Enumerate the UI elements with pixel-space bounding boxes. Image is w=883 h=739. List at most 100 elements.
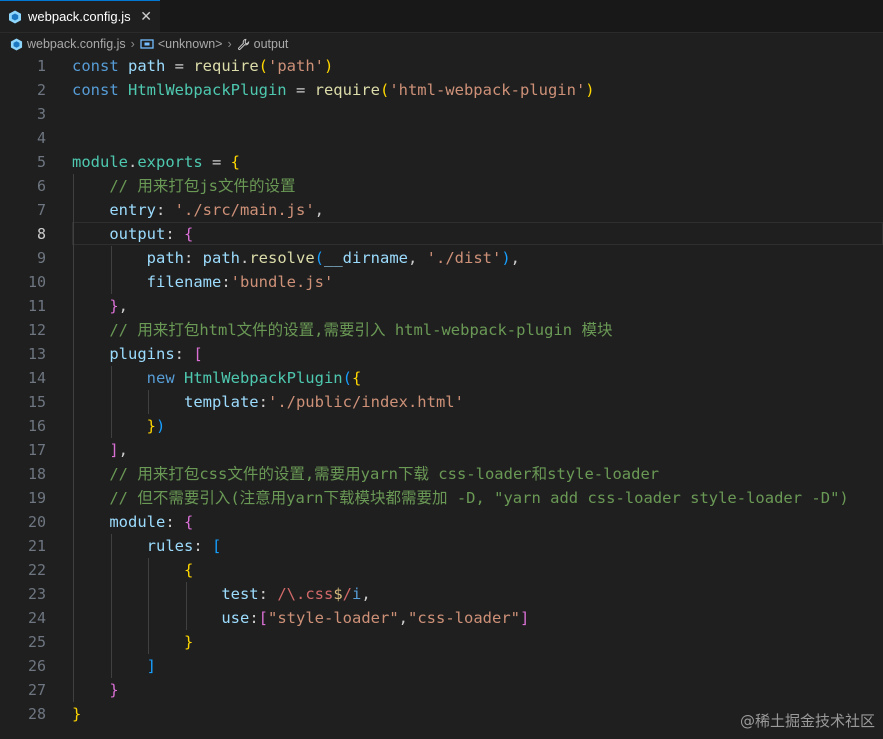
code-token: :	[183, 249, 203, 267]
code-token: ]	[109, 441, 119, 459]
code-text: rules: [	[72, 534, 222, 558]
breadcrumb-symbol[interactable]: <unknown>	[140, 37, 222, 51]
tab-webpack-config[interactable]: webpack.config.js ✕	[0, 0, 160, 32]
code-token: )	[156, 417, 166, 435]
code-line[interactable]: 22 {	[0, 558, 883, 582]
code-text: plugins: [	[72, 342, 202, 366]
code-token: }	[109, 681, 119, 699]
code-token: resolve	[249, 249, 315, 267]
code-token: :	[156, 201, 175, 219]
code-token: path	[202, 249, 240, 267]
code-line[interactable]: 2 const HtmlWebpackPlugin = require('html…	[0, 78, 883, 102]
code-line[interactable]: 8 output: {	[0, 222, 883, 246]
code-line[interactable]: 19 // 但不需要引入(注意用yarn下载模块都需要加 -D, "yarn a…	[0, 486, 883, 510]
code-line[interactable]: 14 new HtmlWebpackPlugin({	[0, 366, 883, 390]
code-token: const	[72, 57, 128, 75]
code-line[interactable]: 24 use:["style-loader","css-loader"]	[0, 606, 883, 630]
code-line[interactable]: 6 // 用来打包js文件的设置	[0, 174, 883, 198]
code-token: (	[379, 81, 390, 99]
breadcrumb-file[interactable]: webpack.config.js	[10, 37, 126, 51]
code-token: }	[109, 297, 119, 315]
code-token: __dirname	[324, 249, 408, 267]
tab-bar: webpack.config.js ✕	[0, 0, 883, 33]
line-number: 13	[27, 345, 46, 363]
code-line[interactable]: 9 path: path.resolve(__dirname, './dist'…	[0, 246, 883, 270]
code-line[interactable]: 11 },	[0, 294, 883, 318]
chevron-right-icon: ›	[227, 37, 232, 51]
code-line[interactable]: 27 }	[0, 678, 883, 702]
code-line[interactable]: 3	[0, 102, 883, 126]
code-line[interactable]: 12 // 用来打包html文件的设置,需要引入 html-webpack-pl…	[0, 318, 883, 342]
breadcrumb-property[interactable]: output	[237, 37, 288, 51]
code-token: HtmlWebpackPlugin	[183, 369, 343, 387]
code-line[interactable]: 10 filename:'bundle.js'	[0, 270, 883, 294]
code-token: [	[212, 537, 222, 555]
code-text: ]	[72, 654, 156, 678]
code-token: rules	[146, 537, 194, 555]
code-token: filename	[146, 273, 222, 291]
code-token: {	[230, 153, 241, 171]
code-line[interactable]: 18 // 用来打包css文件的设置,需要用yarn下载 css-loader和…	[0, 462, 883, 486]
code-token: 'path'	[268, 57, 324, 75]
code-line[interactable]: 17 ],	[0, 438, 883, 462]
code-token: // 但不需要引入(注意用yarn下载模块都需要加 -D, "yarn add …	[109, 489, 849, 507]
code-token: test	[221, 585, 259, 603]
code-line[interactable]: 1 const path = require('path')	[0, 54, 883, 78]
wrench-icon	[237, 38, 249, 50]
code-line[interactable]: 16 })	[0, 414, 883, 438]
code-line[interactable]: 26 ]	[0, 654, 883, 678]
line-number: 9	[36, 249, 46, 267]
code-editor[interactable]: 1 const path = require('path') 2 const Html…	[0, 54, 883, 739]
code-token: // 用来打包css文件的设置,需要用yarn下载 css-loader和sty…	[109, 465, 660, 483]
close-icon[interactable]: ✕	[140, 8, 152, 25]
line-number: 25	[27, 633, 46, 651]
code-token: :	[174, 345, 194, 363]
watermark: @稀土掘金技术社区	[739, 712, 875, 730]
line-number: 23	[27, 585, 46, 603]
code-text: use:["style-loader","css-loader"]	[72, 606, 529, 630]
code-text: entry: './src/main.js',	[72, 198, 324, 222]
code-text: // 用来打包js文件的设置	[72, 174, 295, 198]
line-number: 11	[27, 297, 46, 315]
indent-guide	[110, 534, 112, 678]
code-token: :	[258, 393, 268, 411]
code-token: module	[72, 153, 128, 171]
code-line[interactable]: 23 test: /\.css$/i,	[0, 582, 883, 606]
code-text: }	[72, 702, 81, 726]
line-number: 24	[27, 609, 46, 627]
line-number: 15	[27, 393, 46, 411]
line-number: 27	[27, 681, 46, 699]
code-line[interactable]: 4	[0, 126, 883, 150]
code-line[interactable]: 20 module: {	[0, 510, 883, 534]
code-text: path: path.resolve(__dirname, './dist'),	[72, 246, 520, 270]
code-line[interactable]: 5 module.exports = {	[0, 150, 883, 174]
code-token: {	[184, 225, 194, 243]
line-number: 21	[27, 537, 46, 555]
code-line[interactable]: 25 }	[0, 630, 883, 654]
code-line[interactable]: 21 rules: [	[0, 534, 883, 558]
variable-symbol-icon	[140, 39, 154, 49]
code-token: }	[72, 705, 82, 723]
code-text: // 但不需要引入(注意用yarn下载模块都需要加 -D, "yarn add …	[72, 486, 849, 510]
code-token: ,	[314, 201, 324, 219]
code-text: const HtmlWebpackPlugin = require('html-…	[72, 78, 595, 102]
line-number: 18	[27, 465, 46, 483]
code-token: './public/index.html'	[267, 393, 464, 411]
code-line[interactable]: 7 entry: './src/main.js',	[0, 198, 883, 222]
code-token: plugins	[109, 345, 175, 363]
code-line[interactable]: 13 plugins: [	[0, 342, 883, 366]
code-token: =	[286, 81, 315, 99]
indent-guide	[110, 366, 112, 438]
code-token: 'bundle.js'	[230, 273, 334, 291]
line-number: 4	[36, 129, 46, 147]
code-line[interactable]: 15 template:'./public/index.html'	[0, 390, 883, 414]
line-number: 19	[27, 489, 46, 507]
breadcrumb: webpack.config.js › <unknown> › output	[0, 33, 883, 55]
